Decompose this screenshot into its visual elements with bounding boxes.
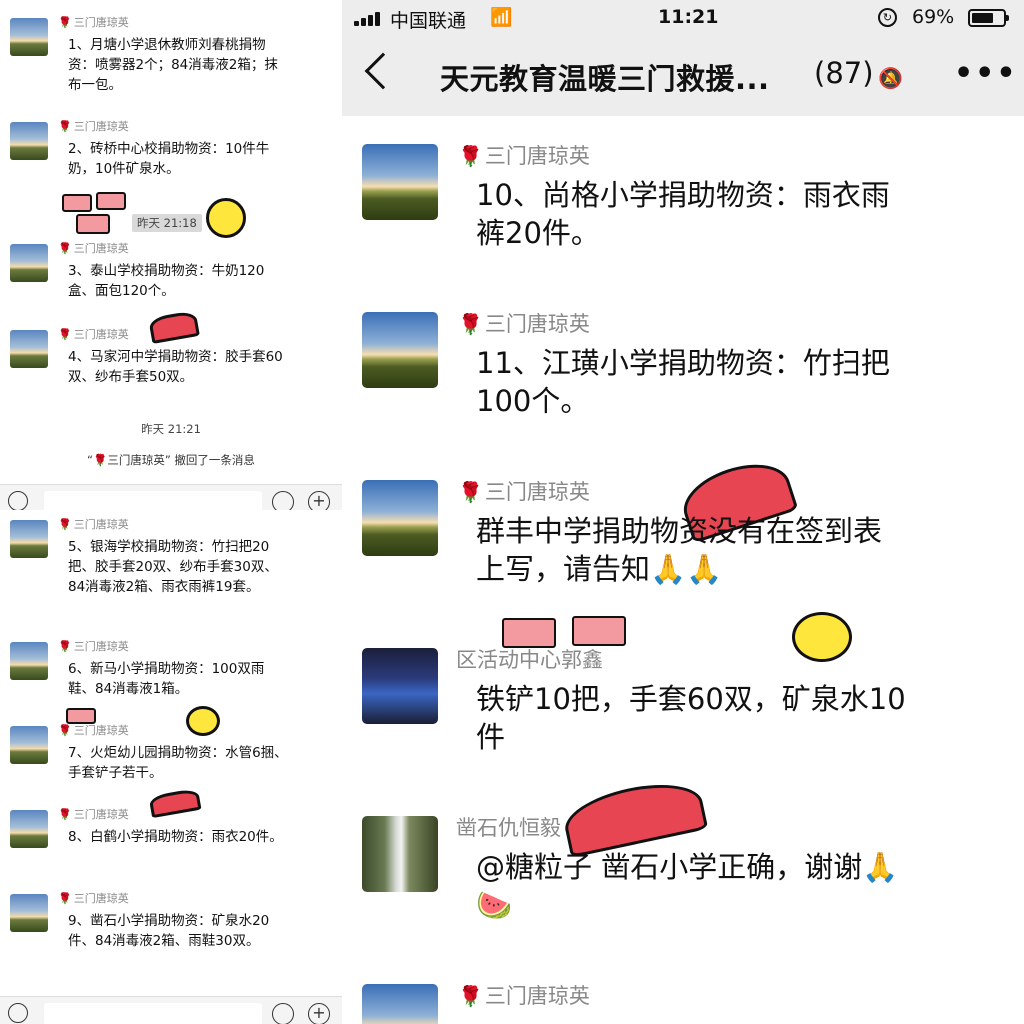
message-text: 6、新马小学捐助物资：100双雨鞋、84消毒液1箱。	[68, 661, 265, 697]
orientation-lock-icon: ↻	[878, 8, 897, 27]
signal-icon	[354, 12, 386, 26]
rose-icon: 🌹	[58, 120, 72, 133]
message-text: 8、白鹤小学捐助物资：雨衣20件。	[68, 829, 283, 845]
plus-icon[interactable]: +	[308, 1003, 330, 1024]
small-chat-bottom: 🌹 三门唐琼英 5、银海学校捐助物资：竹扫把20把、胶手套20双、纱布手套30双、…	[0, 510, 342, 996]
brick-shape	[96, 192, 126, 210]
wifi-icon: 📶	[490, 7, 513, 28]
mute-bell-icon: 🔕	[878, 66, 903, 90]
back-icon[interactable]	[364, 52, 402, 90]
avatar[interactable]	[10, 18, 48, 56]
sender-name: 区活动中心郭鑫	[456, 648, 603, 672]
sticker-fragment	[148, 787, 202, 819]
sticker-fragment	[559, 774, 709, 858]
rose-icon: 🌹	[58, 16, 72, 29]
status-time: 11:21	[658, 6, 719, 28]
rose-icon: 🌹	[58, 724, 72, 737]
message-text: 4、马家河中学捐助物资：胶手套60双、纱布手套50双。	[68, 349, 283, 385]
egg-yolk-shape	[792, 612, 852, 662]
avatar[interactable]	[362, 648, 438, 724]
message-text: 7、火炬幼儿园捐助物资：水管6捆、手套铲子若干。	[68, 745, 288, 781]
battery-icon	[968, 9, 1009, 27]
sender-name: 三门唐琼英	[73, 16, 129, 29]
rose-icon: 🌹	[58, 518, 72, 531]
time-divider: 昨天 21:21	[141, 422, 201, 436]
group-title: 天元教育温暖三门救援...	[440, 62, 770, 96]
message-text: 1、月塘小学退休教师刘春桃捐物资：喷雾器2个；84消毒液2箱；抹布一包。	[68, 37, 278, 93]
rose-icon: 🌹	[58, 328, 72, 341]
avatar[interactable]	[10, 726, 48, 764]
message-text: 9、凿石小学捐助物资：矿泉水20件、84消毒液2箱、雨鞋30双。	[68, 913, 270, 949]
carrier-name: 中国联通	[390, 10, 467, 32]
voice-icon[interactable]	[8, 1003, 28, 1023]
rose-icon: 🌹	[458, 984, 483, 1008]
egg-yolk-shape	[186, 706, 220, 736]
battery-percent: 69%	[912, 6, 955, 28]
message-text: 5、银海学校捐助物资：竹扫把20把、胶手套20双、纱布手套30双、84消毒液2箱…	[68, 539, 278, 595]
message-text: 10、尚格小学捐助物资：雨衣雨裤20件。	[476, 178, 890, 250]
rose-icon: 🌹	[458, 480, 483, 504]
recall-notice: “🌹三门唐琼英” 撤回了一条消息	[87, 453, 255, 467]
message-text: 铁铲10把，手套60双，矿泉水10件	[476, 682, 906, 754]
message-input[interactable]	[44, 1003, 262, 1024]
sender-name: 三门唐琼英	[484, 144, 590, 168]
emoji-icon[interactable]	[272, 1003, 294, 1024]
main-chat-screen: 中国联通 📶 11:21 ↻ 69% 天元教育温暖三门救援... (87) 🔕 …	[342, 0, 1024, 1024]
avatar[interactable]	[10, 520, 48, 558]
sender-name: 三门唐琼英	[73, 120, 129, 133]
message-text: 2、砖桥中心校捐助物资：10件牛奶，10件矿泉水。	[68, 141, 270, 177]
sender-name: 三门唐琼英	[484, 480, 590, 504]
brick-shape	[76, 214, 110, 234]
rose-icon: 🌹	[58, 640, 72, 653]
brick-shape	[572, 616, 626, 646]
avatar[interactable]	[362, 816, 438, 892]
chat-area[interactable]: 🌹三门唐琼英 10、尚格小学捐助物资：雨衣雨裤20件。 🌹三门唐琼英 11、江璜…	[342, 116, 1024, 1024]
avatar[interactable]	[10, 642, 48, 680]
sender-name: 三门唐琼英	[73, 640, 129, 653]
small-chat-top: 🌹 三门唐琼英 1、月塘小学退休教师刘春桃捐物资：喷雾器2个；84消毒液2箱；抹布…	[0, 0, 342, 484]
more-icon[interactable]: •••	[954, 56, 1018, 91]
rose-icon: 🌹	[58, 892, 72, 905]
sticker-fragment	[148, 310, 200, 344]
sender-name: 三门唐琼英	[73, 892, 129, 905]
sender-name: 三门唐琼英	[73, 808, 129, 821]
sender-name: 三门唐琼英	[484, 312, 590, 336]
avatar[interactable]	[10, 122, 48, 160]
sticker-timestamp: 昨天 21:18	[132, 214, 202, 232]
member-count: (87)	[814, 56, 874, 90]
nav-bar: 天元教育温暖三门救援... (87) 🔕 •••	[342, 36, 1024, 116]
sender-name: 凿石仇恒毅	[456, 816, 561, 840]
message-text: @糖粒子 凿石小学正确，谢谢🙏🍉	[476, 850, 899, 922]
avatar[interactable]	[10, 894, 48, 932]
message-text: 群丰中学捐助物资没有在签到表上写，请告知🙏🙏	[476, 514, 883, 586]
avatar[interactable]	[362, 144, 438, 220]
avatar[interactable]	[10, 244, 48, 282]
message-text: 3、泰山学校捐助物资：牛奶120盒、面包120个。	[68, 263, 265, 299]
voice-icon[interactable]	[8, 491, 28, 511]
sender-name: 三门唐琼英	[73, 242, 129, 255]
avatar[interactable]	[362, 312, 438, 388]
avatar[interactable]	[10, 810, 48, 848]
rose-icon: 🌹	[458, 144, 483, 168]
input-bar: +	[0, 484, 342, 513]
rose-icon: 🌹	[58, 808, 72, 821]
sender-name: 三门唐琼英	[73, 328, 129, 341]
status-bar: 中国联通 📶 11:21 ↻ 69%	[342, 0, 1024, 36]
avatar[interactable]	[10, 330, 48, 368]
avatar[interactable]	[362, 984, 438, 1024]
left-column: 🌹 三门唐琼英 1、月塘小学退休教师刘春桃捐物资：喷雾器2个；84消毒液2箱；抹布…	[0, 0, 342, 1024]
sender-name: 三门唐琼英	[484, 984, 590, 1008]
avatar[interactable]	[362, 480, 438, 556]
rose-icon: 🌹	[458, 312, 483, 336]
sender-name: 三门唐琼英	[73, 518, 129, 531]
brick-shape	[62, 194, 92, 212]
message-text: 11、江璜小学捐助物资：竹扫把100个。	[476, 346, 890, 418]
input-bar: +	[0, 996, 342, 1024]
rose-icon: 🌹	[58, 242, 72, 255]
sender-name: 三门唐琼英	[73, 724, 129, 737]
battery-level	[972, 13, 993, 23]
egg-yolk-shape	[206, 198, 246, 238]
